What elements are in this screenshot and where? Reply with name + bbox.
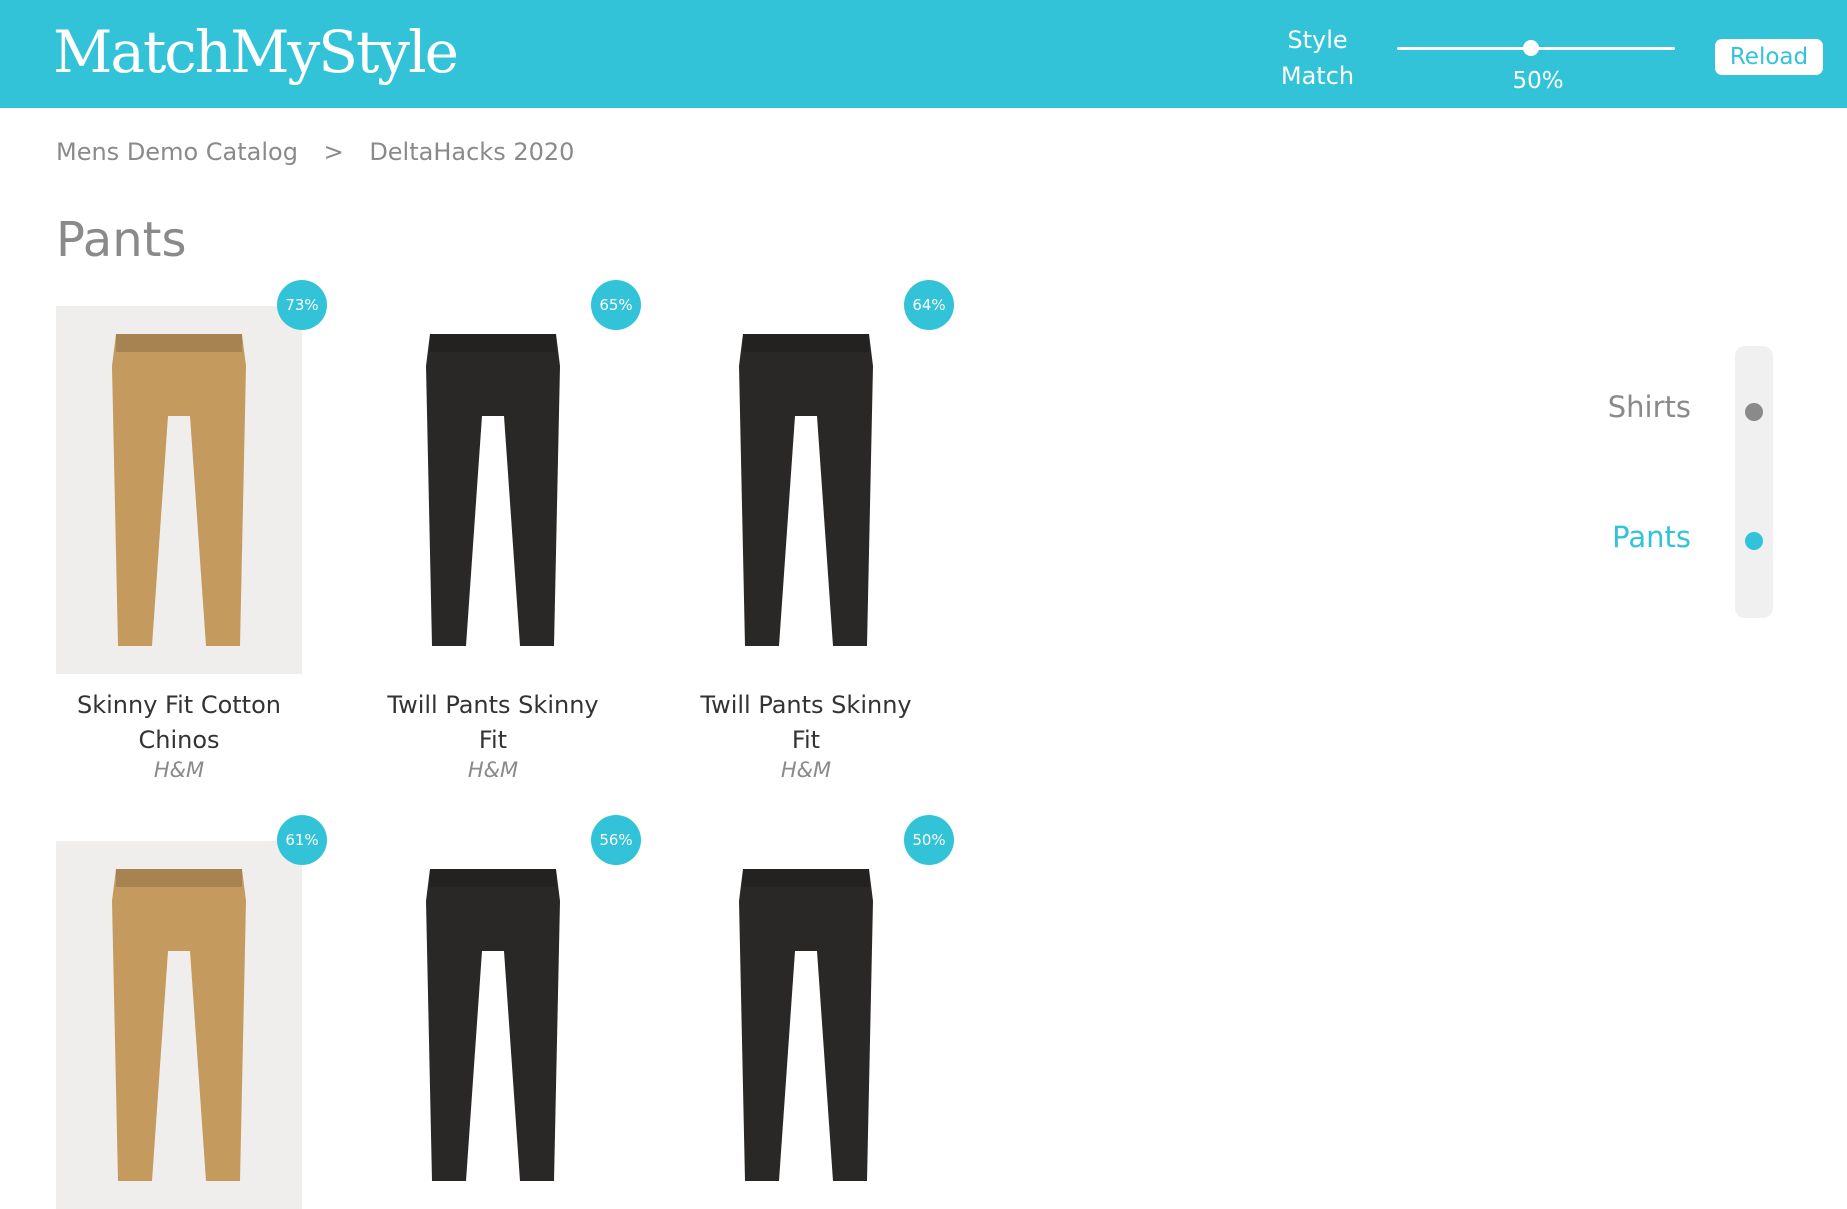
pants-waistband <box>430 869 556 887</box>
pants-illustration <box>426 334 560 646</box>
product-image[interactable] <box>683 306 929 674</box>
match-badge: 50% <box>904 815 954 865</box>
product-brand: H&M <box>153 758 205 782</box>
pants-illustration <box>739 334 873 646</box>
breadcrumb-separator: > <box>323 138 344 166</box>
pants-waistband <box>743 334 869 352</box>
pants-waistband <box>116 334 242 352</box>
app-header: MatchMyStyle Style Match 50% Reload <box>0 0 1847 108</box>
reload-button[interactable]: Reload <box>1715 39 1823 75</box>
pants-illustration <box>426 869 560 1181</box>
page-title: Pants <box>56 212 187 268</box>
match-badge: 61% <box>277 815 327 865</box>
product-image[interactable] <box>370 306 616 674</box>
product-brand: H&M <box>780 758 832 782</box>
style-match-value: 50% <box>1512 68 1564 94</box>
category-nav-shirts[interactable]: Shirts <box>1541 390 1691 424</box>
pants-waistband <box>116 869 242 887</box>
product-name[interactable]: Twill Pants Skinny Fit <box>370 688 616 758</box>
app-logo[interactable]: MatchMyStyle <box>53 16 459 88</box>
product-image[interactable] <box>56 306 302 674</box>
pants-waistband <box>743 869 869 887</box>
category-dot-pants[interactable] <box>1745 532 1763 550</box>
match-badge: 73% <box>277 280 327 330</box>
pants-illustration <box>112 334 246 646</box>
match-badge: 56% <box>591 815 641 865</box>
breadcrumb: Mens Demo Catalog > DeltaHacks 2020 <box>56 138 574 166</box>
pants-illustration <box>739 869 873 1181</box>
category-nav-pants[interactable]: Pants <box>1541 520 1691 554</box>
breadcrumb-item-event[interactable]: DeltaHacks 2020 <box>369 138 574 166</box>
breadcrumb-item-catalog[interactable]: Mens Demo Catalog <box>56 138 298 166</box>
style-match-slider-thumb[interactable] <box>1523 40 1539 56</box>
product-name[interactable]: Skinny Fit Cotton Chinos <box>56 688 302 758</box>
product-image[interactable] <box>683 841 929 1209</box>
match-badge: 65% <box>591 280 641 330</box>
product-brand: H&M <box>467 758 519 782</box>
style-match-label: Style Match <box>1280 26 1355 90</box>
match-badge: 64% <box>904 280 954 330</box>
category-scroll-track[interactable] <box>1735 346 1773 618</box>
pants-illustration <box>112 869 246 1181</box>
product-image[interactable] <box>370 841 616 1209</box>
product-image[interactable] <box>56 841 302 1209</box>
pants-waistband <box>430 334 556 352</box>
product-name[interactable]: Twill Pants Skinny Fit <box>683 688 929 758</box>
category-dot-shirts[interactable] <box>1745 403 1763 421</box>
